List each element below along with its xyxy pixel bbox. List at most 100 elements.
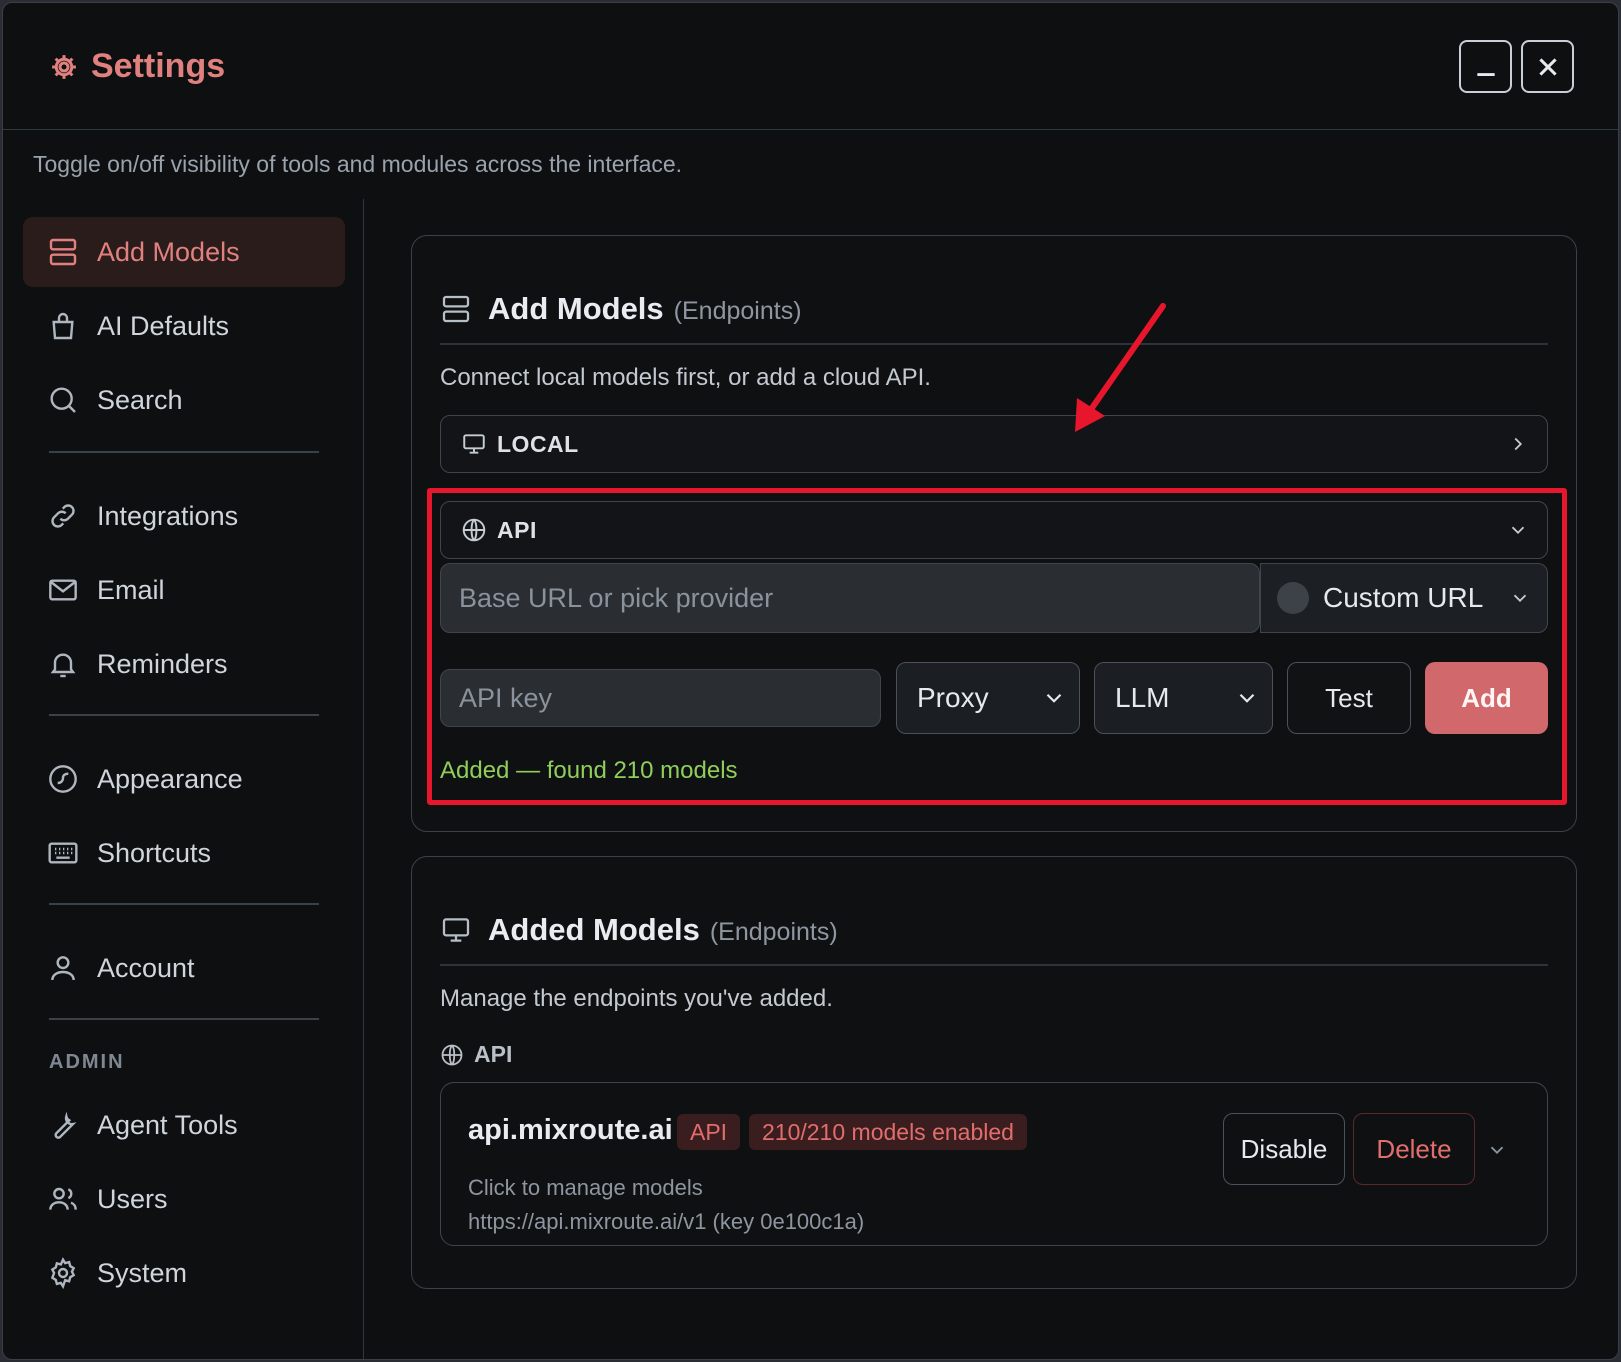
bell-icon <box>50 653 76 678</box>
close-button[interactable] <box>1521 40 1574 93</box>
link-icon <box>51 504 75 528</box>
server-icon <box>49 238 77 266</box>
close-icon <box>1538 57 1557 76</box>
disable-button[interactable]: Disable <box>1223 1113 1345 1185</box>
api-label: API <box>497 516 537 543</box>
sidebar-item-account[interactable]: Account <box>23 933 345 1003</box>
sidebar-item-users[interactable]: Users <box>23 1164 345 1234</box>
sidebar-divider <box>49 714 319 716</box>
added-models-suffix: (Endpoints) <box>709 918 838 946</box>
window-title-text: Settings <box>91 47 226 85</box>
provider-select[interactable]: Custom URL <box>1260 563 1548 633</box>
endpoint-type-badge: API <box>677 1114 741 1150</box>
sidebar-item-label: Users <box>97 1183 168 1214</box>
add-models-suffix: (Endpoints) <box>673 297 802 325</box>
chevron-down-icon <box>1239 693 1255 703</box>
settings-subtitle: Toggle on/off visibility of tools and mo… <box>33 151 683 177</box>
sidebar-item-agent-tools[interactable]: Agent Tools <box>23 1090 345 1160</box>
server-icon <box>442 295 470 323</box>
globe-icon <box>441 1044 463 1065</box>
proxy-select[interactable]: Proxy <box>896 662 1080 734</box>
settings-window: Settings Toggle on/off visibility of too… <box>2 2 1619 1360</box>
sidebar-item-label: Shortcuts <box>97 837 212 868</box>
chevron-down-icon[interactable] <box>1486 1139 1508 1161</box>
sidebar-item-label: Search <box>97 384 183 415</box>
added-models-header: Added Models (Endpoints) <box>440 912 838 948</box>
sidebar-item-appearance[interactable]: Appearance <box>23 744 345 814</box>
add-status-message: Added — found 210 models <box>440 757 738 784</box>
proxy-select-value: Proxy <box>917 682 989 713</box>
add-button[interactable]: Add <box>1425 662 1548 734</box>
monitor-icon <box>463 434 485 454</box>
endpoint-hint: Click to manage models <box>468 1175 703 1200</box>
sidebar-item-label: AI Defaults <box>97 310 230 341</box>
endpoint-row[interactable]: api.mixroute.ai API 210/210 models enabl… <box>440 1082 1548 1246</box>
wrench-icon <box>54 1111 77 1139</box>
sidebar-item-label: System <box>97 1257 188 1288</box>
endpoint-url: https://api.mixroute.ai/v1 (key 0e100c1a… <box>468 1209 865 1234</box>
local-label: LOCAL <box>497 430 579 457</box>
sidebar-item-label: Agent Tools <box>97 1109 238 1140</box>
add-models-header: Add Models (Endpoints) <box>440 291 802 327</box>
sidebar-item-search[interactable]: Search <box>23 365 345 435</box>
add-models-description: Connect local models first, or add a clo… <box>440 364 931 391</box>
users-icon <box>49 1187 77 1210</box>
sidebar-item-label: Email <box>97 574 165 605</box>
delete-button[interactable]: Delete <box>1353 1113 1475 1185</box>
sidebar-item-label: Integrations <box>97 500 239 531</box>
keyboard-icon <box>48 842 78 864</box>
api-section-label: API <box>440 1041 512 1068</box>
api-key-input[interactable] <box>440 669 881 727</box>
sidebar-item-label: Add Models <box>97 236 240 267</box>
local-accordion[interactable]: LOCAL <box>440 415 1548 473</box>
minimize-button[interactable] <box>1459 40 1512 93</box>
sidebar-item-ai-defaults[interactable]: AI Defaults <box>23 291 345 361</box>
added-models-card: Added Models (Endpoints) Manage the endp… <box>411 856 1577 1289</box>
sidebar-item-reminders[interactable]: Reminders <box>23 629 345 699</box>
card-divider <box>440 964 1548 966</box>
provider-indicator <box>1277 582 1309 614</box>
test-button[interactable]: Test <box>1287 662 1411 734</box>
search-icon <box>50 387 76 413</box>
minus-icon <box>1476 72 1495 76</box>
user-icon <box>51 956 75 981</box>
sidebar-item-label: Account <box>97 952 195 983</box>
models-enabled-badge: 210/210 models enabled <box>749 1114 1027 1150</box>
api-accordion[interactable]: API <box>440 501 1548 559</box>
add-models-title: Add Models <box>488 291 664 326</box>
model-type-select[interactable]: LLM <box>1094 662 1273 734</box>
base-url-input[interactable] <box>440 563 1260 633</box>
title-bar: Settings <box>3 3 1618 130</box>
endpoint-name: api.mixroute.ai <box>468 1114 673 1146</box>
gear-icon <box>52 54 76 79</box>
gear-icon <box>50 1257 76 1289</box>
add-models-card: Add Models (Endpoints) Connect local mod… <box>411 235 1577 832</box>
sidebar-item-label: Reminders <box>97 648 228 679</box>
sidebar-item-add-models[interactable]: Add Models <box>23 217 345 287</box>
globe-icon <box>462 518 486 542</box>
bag-icon <box>52 312 74 340</box>
sidebar-item-system[interactable]: System <box>23 1238 345 1308</box>
api-section-label-text: API <box>474 1041 513 1067</box>
sidebar-divider <box>49 903 319 905</box>
chevron-down-icon <box>1511 526 1525 535</box>
monitor-icon <box>442 918 470 942</box>
added-models-description: Manage the endpoints you've added. <box>440 985 833 1012</box>
chevron-down-icon <box>1513 594 1527 603</box>
admin-heading: ADMIN <box>49 1051 125 1073</box>
sidebar-divider <box>49 451 319 453</box>
sidebar-divider <box>49 1018 319 1020</box>
sidebar-item-email[interactable]: Email <box>23 555 345 625</box>
mail-icon <box>49 579 77 601</box>
provider-select-value: Custom URL <box>1323 582 1484 613</box>
window-title: Settings <box>49 47 225 86</box>
sidebar: Add Models AI Defaults Search Integratio… <box>3 199 364 1359</box>
palette-icon <box>49 765 77 793</box>
sidebar-item-label: Appearance <box>97 763 243 794</box>
sidebar-item-integrations[interactable]: Integrations <box>23 481 345 551</box>
added-models-title: Added Models <box>488 912 700 947</box>
model-type-select-value: LLM <box>1115 682 1170 713</box>
card-divider <box>440 343 1548 345</box>
chevron-right-icon <box>1514 437 1523 451</box>
sidebar-item-shortcuts[interactable]: Shortcuts <box>23 818 345 888</box>
